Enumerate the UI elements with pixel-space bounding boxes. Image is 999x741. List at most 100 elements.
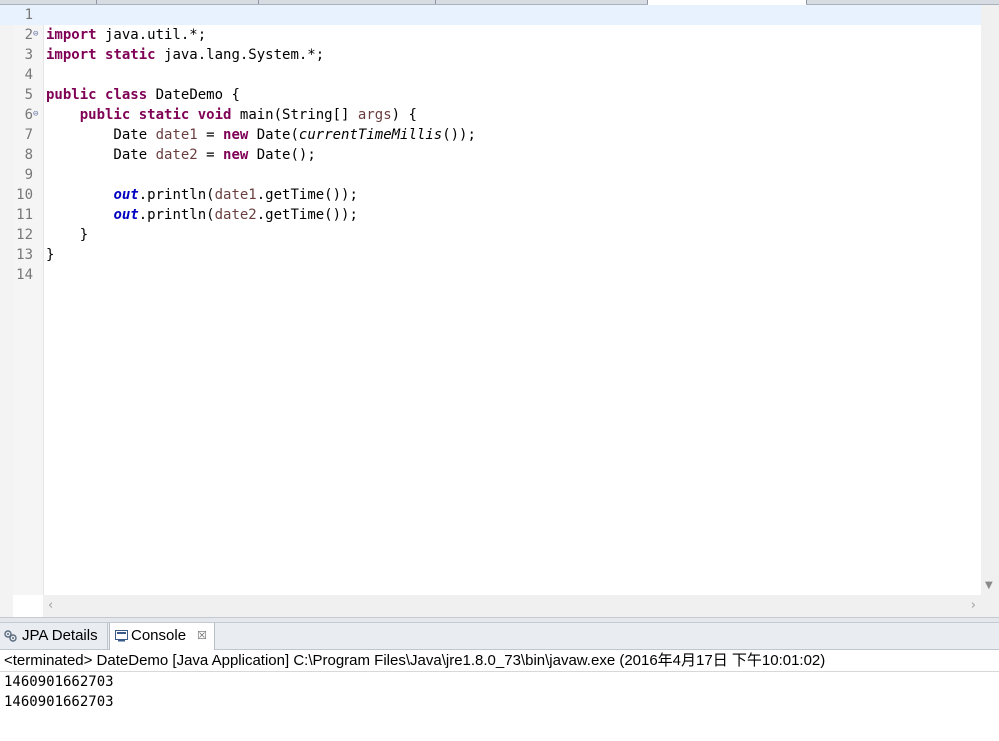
code-text: out.println(date2.getTime()); [46,205,358,225]
line-number: 3 [24,47,33,63]
code-token: main(String[] [231,107,358,123]
code-token: import [46,47,97,63]
line-number: 12 [16,227,33,243]
jpa-details-icon [4,630,17,642]
code-line[interactable]: 14 [0,265,981,285]
code-token: args [357,107,392,123]
code-token: .println( [138,207,215,223]
line-number: 14 [16,267,33,283]
line-number: 2 [24,27,33,43]
console-output[interactable]: 1460901662703 1460901662703 [0,672,999,741]
line-number: 8 [24,147,33,163]
code-token: Date( [248,127,299,143]
tab-separator [96,0,97,4]
horizontal-scrollbar[interactable]: ‹ › [43,595,981,617]
code-text: public class DateDemo { [46,85,240,105]
line-number: 7 [24,127,33,143]
code-token: DateDemo { [147,87,240,103]
code-token: = [197,147,224,163]
code-token: public [79,107,131,123]
line-number: 4 [24,67,33,83]
code-token: out [113,187,139,203]
code-token: ) { [391,107,417,123]
code-token: static [138,107,190,123]
tab-separator [435,0,436,4]
code-token: currentTimeMillis [298,127,443,143]
code-token: } [46,227,89,243]
code-token: public [46,87,97,103]
minus-circle-icon[interactable]: ⊖ [33,28,38,40]
console-output-line: 1460901662703 [4,674,114,690]
code-token: date1 [214,187,257,203]
code-line[interactable]: 10 out.println(date1.getTime()); [0,185,981,205]
vertical-scrollbar[interactable]: ▼ [981,5,999,595]
code-line[interactable]: 12 } [0,225,981,245]
code-token: Date [46,147,156,163]
line-number: 9 [24,167,33,183]
code-token: Date(); [248,147,316,163]
scrollbar-corner [981,595,999,617]
code-token: Date [46,127,156,143]
code-line[interactable]: 4 [0,65,981,85]
code-token: ()); [442,127,476,143]
code-token: .getTime()); [256,207,358,223]
code-token: import [46,27,97,43]
code-token: java.lang.System.*; [155,47,325,63]
code-text: import java.util.*; [46,25,206,45]
code-text: out.println(date1.getTime()); [46,185,357,205]
code-line[interactable]: 2 ⊖ import java.util.*; [0,25,981,45]
tab-jpa-details[interactable]: JPA Details [0,623,108,649]
code-token: new [223,147,249,163]
line-number: 5 [24,87,33,103]
code-line[interactable]: 3 import static java.lang.System.*; [0,45,981,65]
code-text: } [46,245,54,265]
code-line[interactable]: 5 public class DateDemo { [0,85,981,105]
code-line[interactable]: 8 Date date2 = new Date(); [0,145,981,165]
code-text: Date date2 = new Date(); [46,145,316,165]
code-text: import static java.lang.System.*; [46,45,324,65]
code-line[interactable]: 9 [0,165,981,185]
code-token: new [223,127,249,143]
code-token: date2 [155,147,198,163]
code-line[interactable]: 13} [0,245,981,265]
code-line[interactable]: 7 Date date1 = new Date(currentTimeMilli… [0,125,981,145]
code-token: static [105,47,156,63]
code-token: date1 [155,127,198,143]
line-number: 1 [24,7,33,23]
tab-separator [258,0,259,4]
tab-console[interactable]: Console ☒ [109,623,215,650]
code-token: out [113,207,139,223]
code-text: } [46,225,88,245]
code-token: .println( [138,187,215,203]
scroll-down-arrow-icon[interactable]: ▼ [985,580,993,591]
code-text: public static void main(String[] args) { [46,105,417,125]
tab-jpa-details-label: JPA Details [22,627,98,644]
scroll-left-arrow-icon[interactable]: ‹ [48,598,53,613]
code-token: java.util.*; [96,27,207,43]
bottom-panel-tabs: JPA Details Console ☒ [0,623,999,650]
code-text: Date date1 = new Date(currentTimeMillis(… [46,125,476,145]
code-editor[interactable]: 1 2 ⊖ import java.util.*; 3 import static jav… [0,5,999,617]
code-line[interactable]: 11 out.println(date2.getTime()); [0,205,981,225]
code-line[interactable]: 6 ⊖ public static void main(String[] args… [0,105,981,125]
line-number: 13 [16,247,33,263]
code-token: } [46,247,55,263]
console-output-line: 1460901662703 [4,694,114,710]
close-icon[interactable]: ☒ [197,623,207,649]
code-token: = [197,127,224,143]
minus-circle-icon[interactable]: ⊖ [33,108,38,120]
code-line[interactable]: 1 [0,5,981,25]
line-number: 10 [16,187,33,203]
console-status-line: <terminated> DateDemo [Java Application]… [0,650,999,672]
line-number: 6 [24,107,33,123]
tab-separator [806,0,807,4]
code-token: void [197,107,232,123]
scroll-right-arrow-icon[interactable]: › [971,598,976,613]
